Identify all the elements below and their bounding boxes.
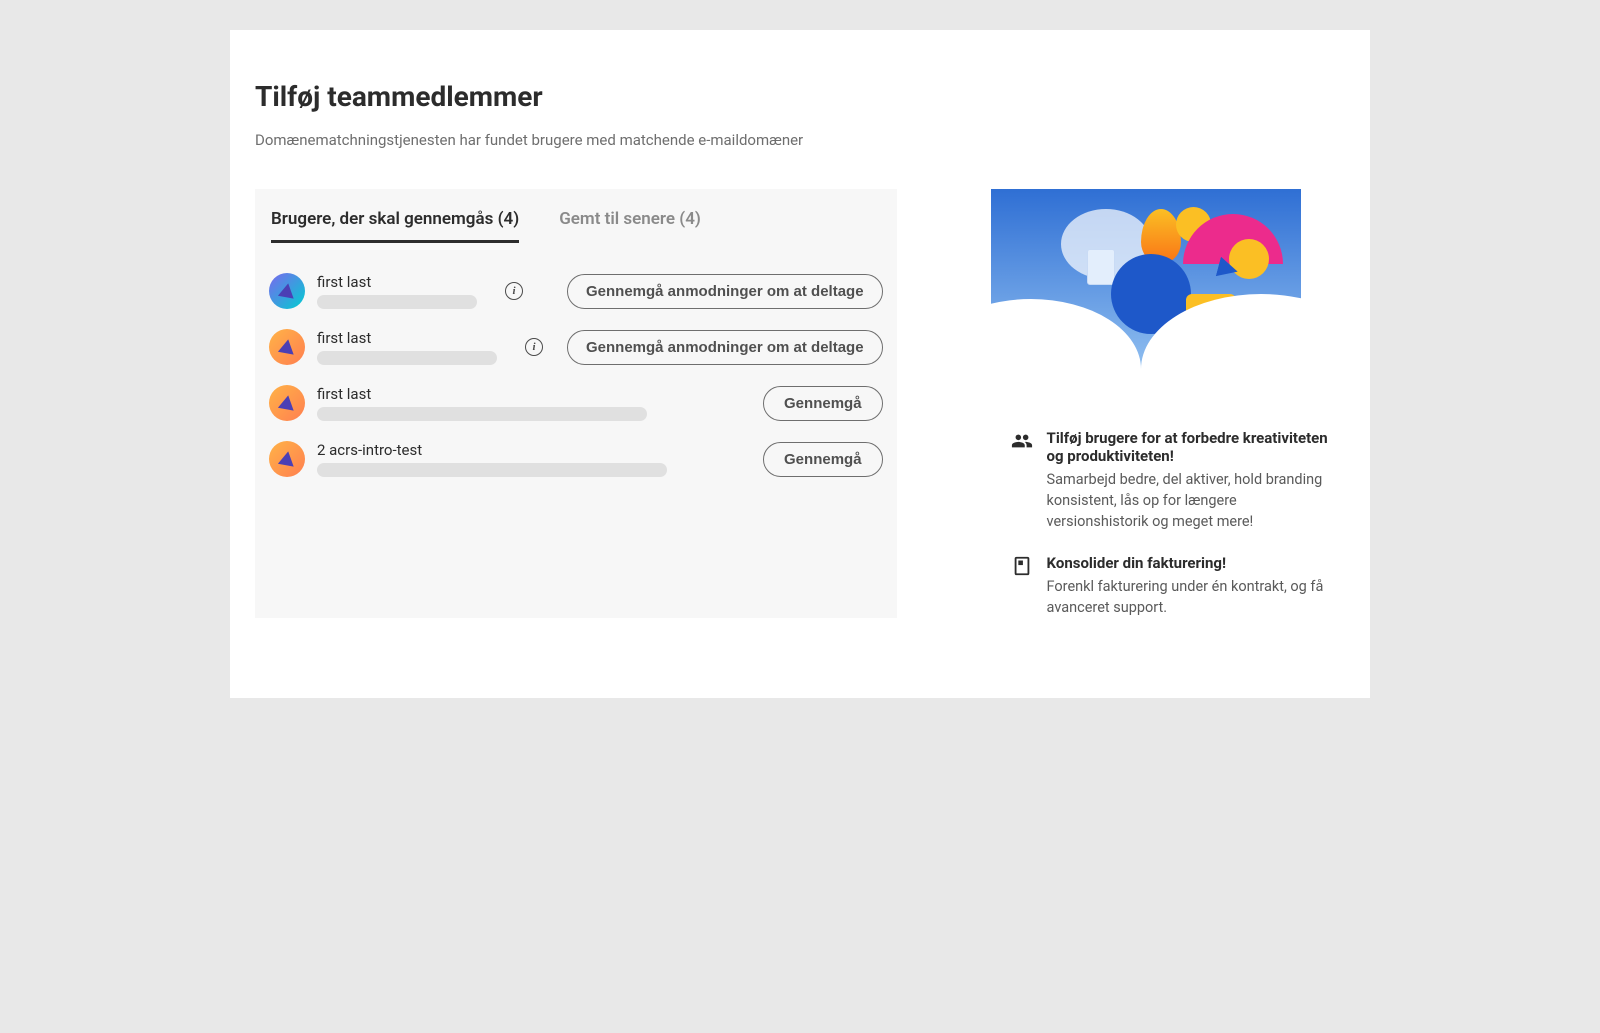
benefits-list: Tilføj brugere for at forbedre kreativit… bbox=[947, 429, 1345, 618]
benefit-item: Tilføj brugere for at forbedre kreativit… bbox=[1011, 429, 1341, 532]
users-icon bbox=[1011, 430, 1033, 452]
avatar bbox=[269, 441, 305, 477]
tab-review[interactable]: Brugere, der skal gennemgås (4) bbox=[271, 209, 519, 243]
user-name: 2 acrs-intro-test bbox=[317, 441, 667, 459]
document-icon bbox=[1011, 555, 1033, 577]
email-placeholder bbox=[317, 407, 647, 421]
tabs: Brugere, der skal gennemgås (4) Gemt til… bbox=[265, 209, 887, 243]
review-request-button[interactable]: Gennemgå anmodninger om at deltage bbox=[567, 274, 883, 309]
user-info: 2 acrs-intro-test bbox=[317, 441, 667, 477]
benefit-title: Konsolider din fakturering! bbox=[1047, 554, 1341, 572]
tab-review-label: Brugere, der skal gennemgås bbox=[271, 209, 493, 229]
tab-saved-count: 4 bbox=[685, 209, 695, 229]
page-title: Tilføj teammedlemmer bbox=[255, 80, 1345, 113]
avatar bbox=[269, 329, 305, 365]
user-row: first last i Gennemgå anmodninger om at de… bbox=[269, 329, 883, 365]
benefit-text: Tilføj brugere for at forbedre kreativit… bbox=[1047, 429, 1341, 532]
review-button[interactable]: Gennemgå bbox=[763, 442, 883, 477]
page-subtitle: Domænematchningstjenesten har fundet bru… bbox=[255, 131, 1345, 149]
review-request-button[interactable]: Gennemgå anmodninger om at deltage bbox=[567, 330, 883, 365]
user-info: first last bbox=[317, 329, 497, 365]
email-placeholder bbox=[317, 463, 667, 477]
main-card: Tilføj teammedlemmer Domænematchningstje… bbox=[230, 30, 1370, 698]
columns: Brugere, der skal gennemgås (4) Gemt til… bbox=[255, 189, 1345, 618]
email-placeholder bbox=[317, 295, 477, 309]
hero-illustration bbox=[991, 189, 1301, 369]
tab-review-count: 4 bbox=[504, 209, 514, 229]
right-column: Tilføj brugere for at forbedre kreativit… bbox=[947, 189, 1345, 618]
benefit-item: Konsolider din fakturering! Forenkl faktu… bbox=[1011, 554, 1341, 618]
info-icon[interactable]: i bbox=[525, 338, 543, 356]
user-list: first last i Gennemgå anmodninger om at de… bbox=[265, 273, 887, 477]
benefit-desc: Forenkl fakturering under én kontrakt, o… bbox=[1047, 576, 1341, 618]
benefit-title: Tilføj brugere for at forbedre kreativit… bbox=[1047, 429, 1341, 465]
user-info: first last bbox=[317, 273, 477, 309]
user-row: 2 acrs-intro-test Gennemgå bbox=[269, 441, 883, 477]
user-name: first last bbox=[317, 385, 647, 403]
tab-saved[interactable]: Gemt til senere (4) bbox=[559, 209, 701, 243]
tab-saved-label: Gemt til senere bbox=[559, 209, 675, 229]
left-column: Brugere, der skal gennemgås (4) Gemt til… bbox=[255, 189, 897, 618]
user-row: first last Gennemgå bbox=[269, 385, 883, 421]
user-info: first last bbox=[317, 385, 647, 421]
benefit-text: Konsolider din fakturering! Forenkl faktu… bbox=[1047, 554, 1341, 618]
user-row: first last i Gennemgå anmodninger om at de… bbox=[269, 273, 883, 309]
email-placeholder bbox=[317, 351, 497, 365]
avatar bbox=[269, 385, 305, 421]
user-name: first last bbox=[317, 273, 477, 291]
user-name: first last bbox=[317, 329, 497, 347]
info-icon[interactable]: i bbox=[505, 282, 523, 300]
benefit-desc: Samarbejd bedre, del aktiver, hold brand… bbox=[1047, 469, 1341, 532]
avatar bbox=[269, 273, 305, 309]
review-button[interactable]: Gennemgå bbox=[763, 386, 883, 421]
